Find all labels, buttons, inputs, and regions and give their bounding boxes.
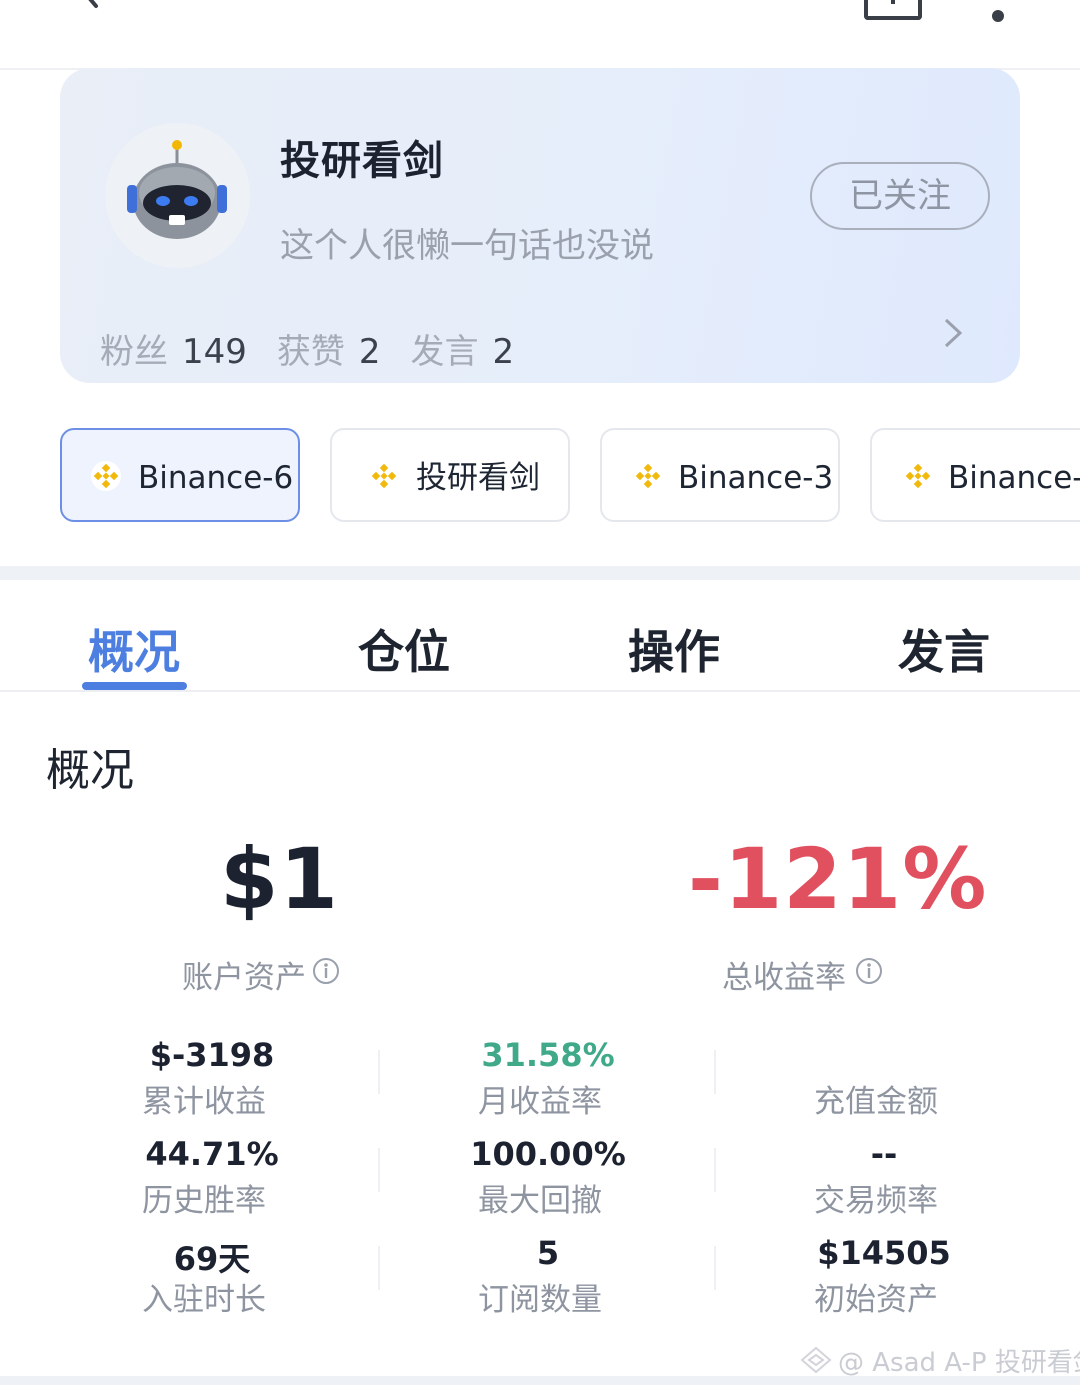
- account-assets-label: 账户资产: [182, 960, 306, 996]
- profile-stats: 粉丝 149 获赞 2 发言 2: [100, 324, 544, 373]
- fans-count: 149: [182, 332, 247, 372]
- profile-bio: 这个人很懒一句话也没说: [280, 226, 654, 266]
- robot-avatar: [105, 123, 250, 268]
- likes-label: 获赞: [276, 332, 345, 372]
- profile-card[interactable]: 投研看剑 这个人很懒一句话也没说 已关注 粉丝 149 获赞 2 发言 2: [60, 68, 1020, 383]
- account-chip-binance-6[interactable]: Binance-6: [60, 428, 300, 522]
- bottom-band: [0, 1376, 1080, 1385]
- section-title: 概况: [46, 745, 134, 796]
- account-chip-label: 投研看剑: [416, 460, 540, 496]
- share-icon[interactable]: [864, 0, 922, 20]
- cumulative-profit-value: $-3198: [149, 1036, 275, 1074]
- account-chip-research[interactable]: 投研看剑: [330, 428, 570, 522]
- tab-operations[interactable]: 操作: [628, 616, 720, 682]
- initial-assets-label: 初始资产: [814, 1282, 938, 1318]
- column-divider: [714, 1246, 716, 1290]
- account-chip-label: Binance-3: [678, 460, 834, 496]
- account-chip-label: Binance-2: [948, 460, 1080, 496]
- following-button[interactable]: 已关注: [810, 162, 990, 230]
- win-rate-label: 历史胜率: [142, 1183, 266, 1219]
- likes-count: 2: [358, 332, 381, 372]
- tab-posts[interactable]: 发言: [898, 616, 990, 682]
- deposit-amount-label: 充值金额: [814, 1084, 938, 1120]
- tab-bar: 概况 仓位 操作 发言: [0, 580, 1080, 692]
- more-icon[interactable]: [992, 10, 1004, 22]
- chevron-right-icon[interactable]: [938, 318, 968, 348]
- watermark-logo-icon: [800, 1346, 832, 1374]
- section-divider: [0, 566, 1080, 580]
- profile-name: 投研看剑: [280, 138, 444, 184]
- tab-active-indicator: [82, 682, 187, 690]
- win-rate-value: 44.71%: [145, 1135, 279, 1173]
- info-icon[interactable]: [855, 957, 883, 985]
- max-drawdown-value: 100.00%: [470, 1135, 626, 1173]
- cumulative-profit-label: 累计收益: [142, 1084, 266, 1120]
- column-divider: [378, 1246, 380, 1290]
- account-chip-binance-2[interactable]: Binance-2: [870, 428, 1080, 522]
- trade-frequency-label: 交易频率: [814, 1183, 938, 1219]
- tenure-label: 入驻时长: [142, 1282, 266, 1318]
- subscription-count-label: 订阅数量: [478, 1282, 602, 1318]
- column-divider: [378, 1050, 380, 1094]
- tab-overview[interactable]: 概况: [88, 616, 180, 682]
- trade-frequency-value: --: [870, 1135, 898, 1173]
- binance-icon: [371, 463, 397, 489]
- binance-icon: [905, 463, 931, 489]
- total-return-value: -121%: [688, 830, 988, 928]
- account-chip-binance-3[interactable]: Binance-3: [600, 428, 840, 522]
- total-return-label: 总收益率: [722, 960, 846, 996]
- monthly-return-value: 31.58%: [481, 1036, 615, 1074]
- account-chip-label: Binance-6: [138, 460, 294, 496]
- column-divider: [378, 1148, 380, 1192]
- binance-icon: [91, 461, 121, 491]
- monthly-return-label: 月收益率: [478, 1084, 602, 1120]
- watermark-text: @ Asad A-P 投研看剑: [838, 1348, 1080, 1378]
- posts-count: 2: [492, 332, 515, 372]
- account-selector: Binance-6 投研看剑 Binance-3 Binance-2: [60, 428, 1080, 522]
- max-drawdown-label: 最大回撤: [478, 1183, 602, 1219]
- info-icon[interactable]: [312, 957, 340, 985]
- posts-label: 发言: [410, 332, 479, 372]
- binance-icon: [635, 463, 661, 489]
- fans-label: 粉丝: [100, 332, 168, 372]
- column-divider: [714, 1148, 716, 1192]
- back-arrow-icon[interactable]: [62, 0, 102, 18]
- tab-positions[interactable]: 仓位: [358, 616, 450, 682]
- subscription-count-value: 5: [536, 1234, 560, 1272]
- column-divider: [714, 1050, 716, 1094]
- account-assets-value: $1: [220, 830, 339, 928]
- top-nav-bar: [0, 0, 1080, 70]
- initial-assets-value: $14505: [817, 1234, 951, 1272]
